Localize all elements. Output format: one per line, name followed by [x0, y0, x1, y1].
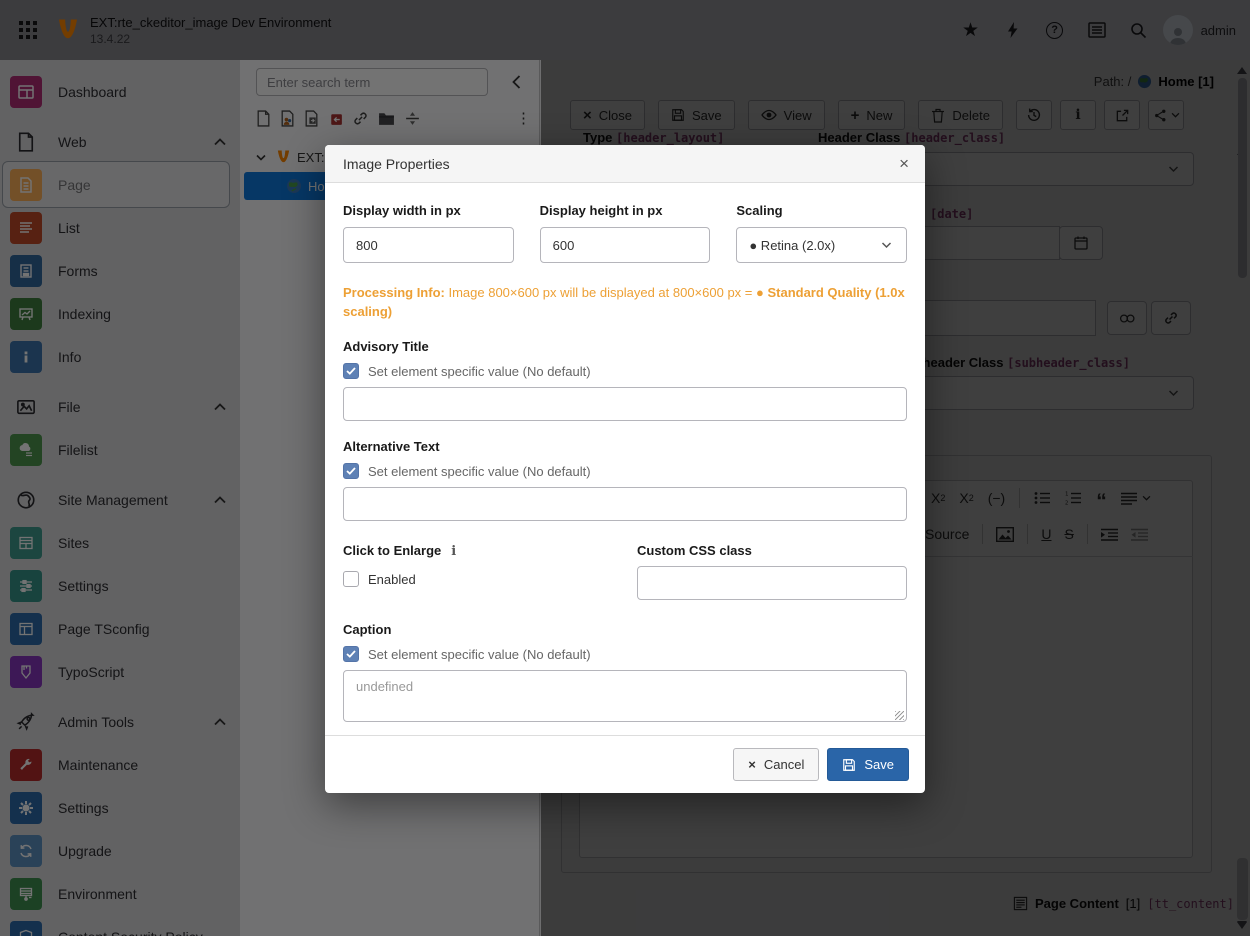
modal-header: Image Properties × — [325, 145, 925, 183]
alternative-text-override-checkbox[interactable] — [343, 463, 359, 479]
scaling-select[interactable]: ● Retina (2.0x) — [736, 227, 907, 263]
modal-body: Display width in px Display height in px… — [325, 183, 925, 735]
advisory-title-label: Advisory Title — [343, 339, 907, 354]
alternative-text-input[interactable] — [343, 487, 907, 521]
custom-css-label: Custom CSS class — [637, 543, 907, 558]
close-icon[interactable]: × — [899, 155, 909, 172]
custom-css-input[interactable] — [637, 566, 907, 600]
modal-save-button[interactable]: Save — [827, 748, 909, 781]
image-properties-modal: Image Properties × Display width in px D… — [325, 145, 925, 793]
display-width-label: Display width in px — [343, 203, 514, 218]
enlarge-enabled-checkbox[interactable] — [343, 571, 359, 587]
caption-override-checkbox[interactable] — [343, 646, 359, 662]
display-height-input[interactable] — [540, 227, 711, 263]
click-to-enlarge-label: Click to Enlargei — [343, 543, 637, 559]
cancel-button[interactable]: ×Cancel — [733, 748, 819, 781]
caption-label: Caption — [343, 622, 907, 637]
display-height-label: Display height in px — [540, 203, 711, 218]
element-specific-label: Set element specific value (No default) — [368, 364, 591, 379]
display-width-input[interactable] — [343, 227, 514, 263]
info-icon: i — [451, 544, 456, 559]
advisory-title-input[interactable] — [343, 387, 907, 421]
advisory-title-override-checkbox[interactable] — [343, 363, 359, 379]
modal-footer: ×Cancel Save — [325, 735, 925, 793]
caption-textarea[interactable] — [343, 670, 907, 722]
scaling-label: Scaling — [736, 203, 907, 218]
element-specific-label: Set element specific value (No default) — [368, 464, 591, 479]
processing-info: Processing Info: Image 800×600 px will b… — [343, 283, 907, 321]
modal-title: Image Properties — [343, 156, 450, 172]
alternative-text-label: Alternative Text — [343, 439, 907, 454]
chevron-down-icon — [881, 242, 892, 249]
enabled-label: Enabled — [368, 572, 416, 587]
element-specific-label: Set element specific value (No default) — [368, 647, 591, 662]
